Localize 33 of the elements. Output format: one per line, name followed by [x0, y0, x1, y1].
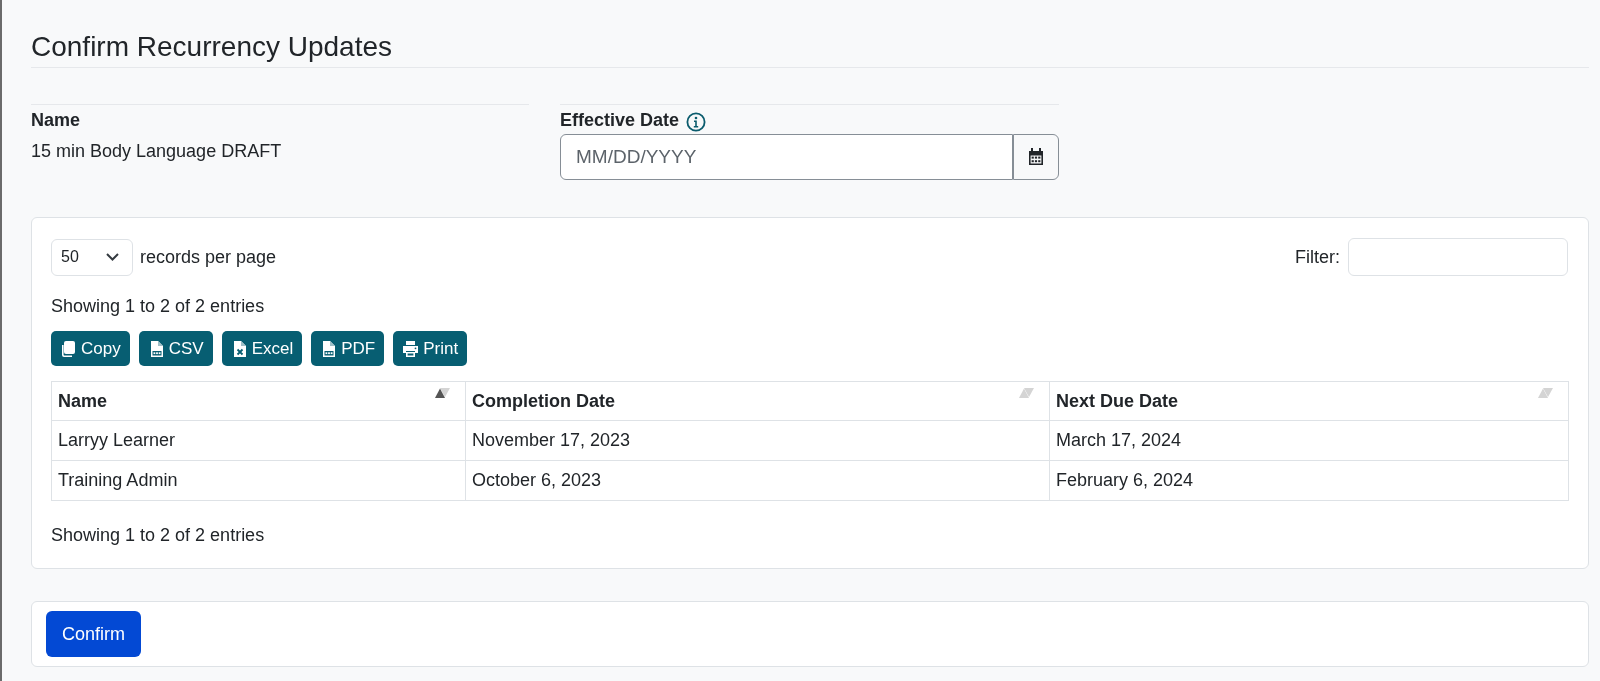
filter-input[interactable]	[1348, 238, 1568, 276]
calendar-button[interactable]	[1013, 134, 1059, 180]
excel-button[interactable]: Excel	[221, 331, 303, 366]
confirm-button[interactable]: Confirm	[46, 611, 141, 657]
name-value: 15 min Body Language DRAFT	[31, 140, 282, 163]
table-cell: Training Admin	[51, 460, 466, 501]
print-button[interactable]: Print	[393, 331, 468, 366]
calendar-icon	[1028, 148, 1044, 166]
column-header[interactable]: Next Due Date	[1049, 381, 1569, 421]
effective-date-label: Effective Date	[560, 109, 680, 132]
info-icon[interactable]	[686, 111, 707, 132]
copy-button[interactable]: Copy	[51, 331, 130, 366]
table-cell: October 6, 2023	[465, 460, 1050, 501]
column-header[interactable]: Name	[51, 381, 466, 421]
table-cell: Larryy Learner	[51, 420, 466, 461]
date-input[interactable]: MM/DD/YYYY	[560, 134, 1013, 180]
filter-label: Filter:	[1295, 245, 1340, 269]
file-icon	[320, 339, 338, 358]
entries-info: Showing 1 to 2 of 2 entries	[51, 295, 265, 318]
records-per-page-label: records per page	[140, 245, 277, 269]
copy-icon	[60, 339, 77, 358]
printer-icon	[402, 339, 420, 358]
table-cell: March 17, 2024	[1049, 420, 1569, 461]
table-cell: November 17, 2023	[465, 420, 1050, 461]
name-label: Name	[31, 109, 81, 132]
pdf-button[interactable]: PDF	[311, 331, 385, 366]
csv-button[interactable]: CSV	[138, 331, 213, 366]
chevron-down-icon	[106, 253, 119, 261]
entries-info: Showing 1 to 2 of 2 entries	[51, 524, 265, 547]
page-title: Confirm Recurrency Updates	[31, 30, 393, 64]
table-cell: February 6, 2024	[1049, 460, 1569, 501]
column-header[interactable]: Completion Date	[465, 381, 1050, 421]
page-size-select[interactable]: 50	[51, 238, 133, 276]
